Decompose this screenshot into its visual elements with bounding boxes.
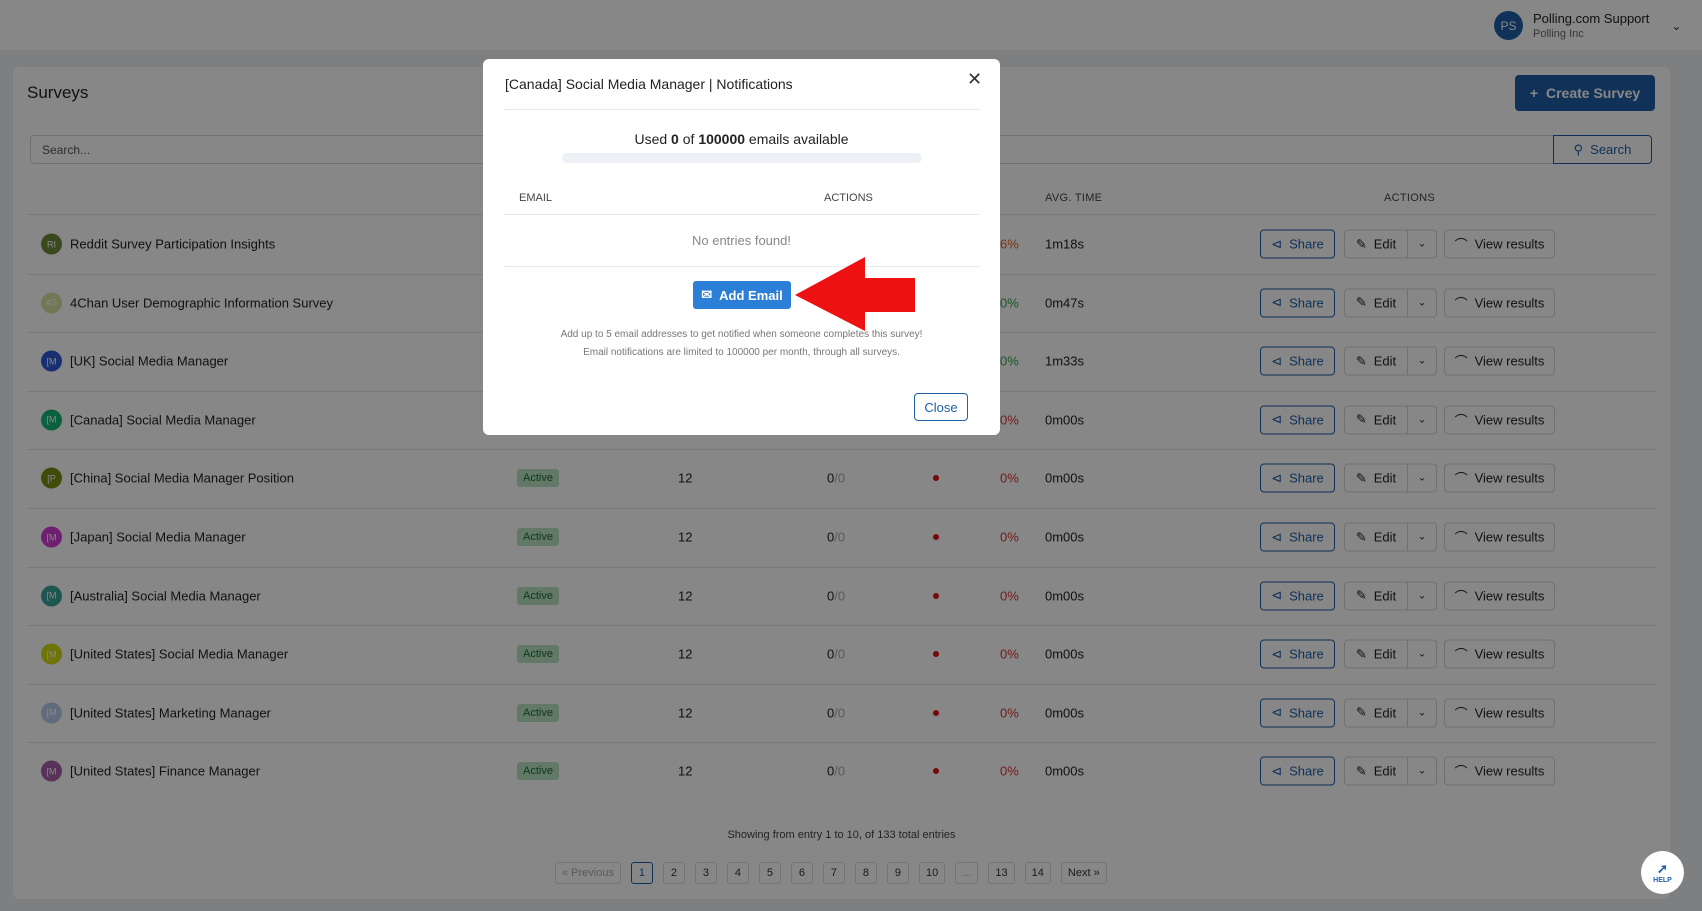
help-text: Add up to 5 email addresses to get notif… (560, 329, 923, 358)
divider (504, 214, 980, 215)
close-button[interactable]: Close (914, 393, 968, 421)
help-button[interactable]: ➚ HELP (1641, 851, 1684, 894)
add-email-label: Add Email (719, 287, 783, 303)
notifications-modal: [Canada] Social Media Manager | Notifica… (483, 59, 1000, 435)
usage-progress-bar (562, 153, 922, 163)
usage-text: Used 0 of 100000 emails available (634, 131, 849, 147)
help-icon: ➚ (1657, 861, 1668, 876)
envelope-icon: ✉ (701, 287, 713, 302)
divider (504, 109, 980, 110)
empty-message: No entries found! (691, 233, 791, 248)
modal-title: [Canada] Social Media Manager | Notifica… (505, 76, 793, 92)
add-email-button[interactable]: ✉ Add Email (693, 281, 791, 309)
help-label: HELP (1653, 877, 1672, 884)
close-icon[interactable]: ✕ (967, 69, 982, 90)
col-actions: ACTIONS (824, 192, 873, 204)
red-arrow-icon (795, 257, 915, 331)
col-email: EMAIL (519, 192, 553, 204)
